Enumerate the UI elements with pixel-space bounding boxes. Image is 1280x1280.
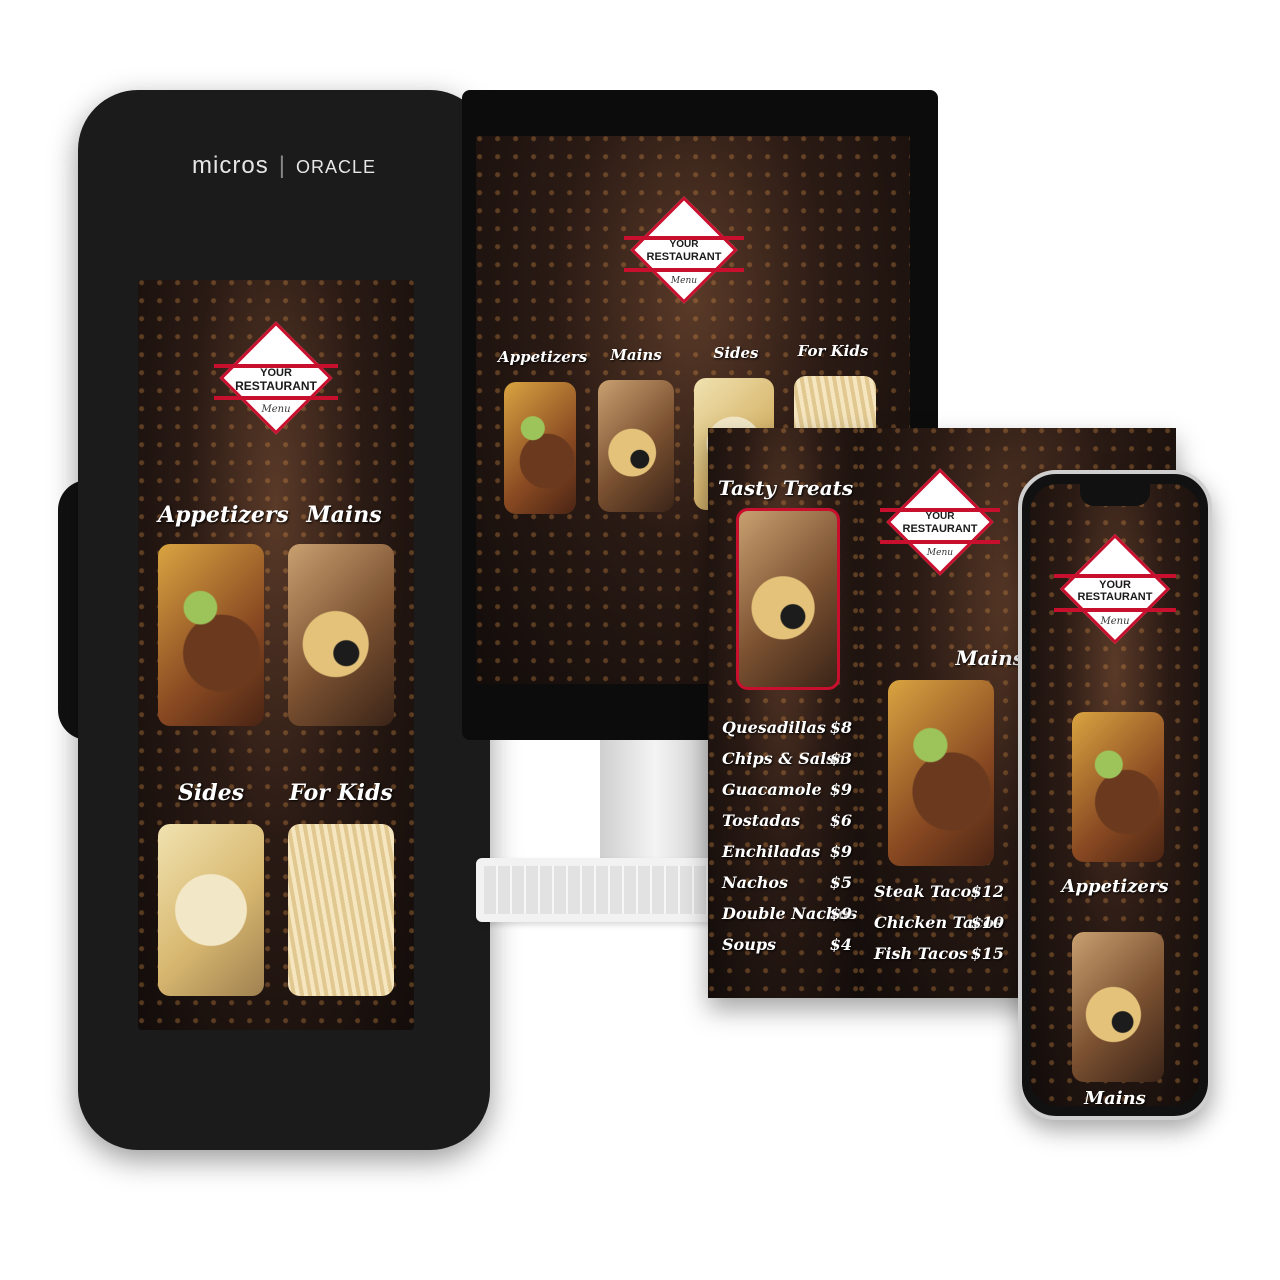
price-row: Fish Tacos $15 (874, 944, 1004, 975)
phone-notch (1080, 484, 1150, 506)
item-price: $15 (970, 944, 1004, 963)
item-price: $5 (829, 873, 852, 892)
tablet-brand: micros | ORACLE (192, 152, 376, 179)
item-price: $4 (829, 935, 852, 954)
label-mains: Mains (955, 646, 1025, 670)
food-image-for-kids[interactable] (288, 824, 394, 996)
food-image-mains[interactable] (1072, 932, 1164, 1082)
item-price: $9 (829, 780, 852, 799)
item-name: Steak Tacos (874, 882, 981, 901)
label-for-kids[interactable]: For Kids (788, 342, 878, 360)
item-name: Guacamole (722, 780, 822, 799)
item-name: Tostadas (722, 811, 801, 830)
label-appetizers[interactable]: Appetizers (1030, 876, 1200, 897)
label-sides[interactable]: Sides (696, 344, 776, 362)
tablet-screen: YOUR RESTAURANT Menu Appetizers Mains Si… (138, 280, 414, 1030)
phone-device: YOUR RESTAURANT Menu Appetizers Mains (1018, 470, 1212, 1120)
price-row: Enchiladas $9 (722, 842, 852, 873)
item-price: $10 (970, 913, 1004, 932)
item-name: Nachos (722, 873, 789, 892)
price-row: Double Nachos $9 (722, 904, 857, 935)
label-mains[interactable]: Mains (596, 346, 676, 364)
item-name: Chips & Salsa (722, 749, 846, 768)
item-price: $9 (829, 904, 852, 923)
restaurant-logo: YOUR RESTAURANT Menu (1054, 528, 1176, 650)
monitor-stand (600, 740, 710, 860)
food-image-appetizers[interactable] (1072, 712, 1164, 862)
price-row: Quesadillas $8 (722, 718, 852, 749)
restaurant-logo: YOUR RESTAURANT Menu (624, 190, 744, 310)
food-image-sides[interactable] (158, 824, 264, 996)
phone-screen: YOUR RESTAURANT Menu Appetizers Mains (1030, 484, 1200, 1106)
food-image-appetizers[interactable] (504, 382, 576, 514)
label-mains[interactable]: Mains (294, 502, 394, 528)
food-image-appetizers[interactable] (158, 544, 264, 726)
restaurant-logo: YOUR RESTAURANT Menu (880, 462, 1000, 582)
food-image-mains (888, 680, 994, 866)
price-row: Chicken Tacos $10 (874, 913, 1004, 944)
label-mains[interactable]: Mains (1030, 1088, 1200, 1106)
item-price: $6 (829, 811, 852, 830)
item-name: Enchiladas (722, 842, 821, 861)
label-for-kids[interactable]: For Kids (288, 780, 394, 806)
food-image-tasty-treats (736, 508, 840, 690)
tablet-device: micros | ORACLE YOUR RESTAURANT Menu Appet… (78, 90, 490, 1150)
label-appetizers[interactable]: Appetizers (498, 348, 587, 366)
label-tasty-treats: Tasty Treats (718, 476, 854, 500)
price-row: Tostadas $6 (722, 811, 852, 842)
label-appetizers[interactable]: Appetizers (158, 502, 289, 528)
price-row: Nachos $5 (722, 873, 852, 904)
item-name: Fish Tacos (874, 944, 968, 963)
item-name: Soups (722, 935, 777, 954)
restaurant-logo: YOUR RESTAURANT Menu (214, 316, 338, 440)
keyboard (476, 858, 716, 922)
item-price: $8 (829, 718, 852, 737)
price-row: Steak Tacos $12 (874, 882, 1004, 913)
label-sides[interactable]: Sides (158, 780, 264, 806)
item-price: $3 (829, 749, 852, 768)
price-row: Soups $4 (722, 935, 852, 966)
item-price: $9 (829, 842, 852, 861)
menu-panel-left: Tasty Treats Quesadillas $8 Chips & Salsa $… (708, 428, 858, 998)
price-row: Chips & Salsa $3 (722, 749, 852, 780)
food-image-mains[interactable] (288, 544, 394, 726)
brand-oracle: ORACLE (295, 157, 376, 177)
item-name: Quesadillas (722, 718, 826, 737)
item-price: $12 (970, 882, 1004, 901)
food-image-mains[interactable] (598, 380, 674, 512)
price-row: Guacamole $9 (722, 780, 852, 811)
brand-micros: micros (192, 152, 269, 179)
